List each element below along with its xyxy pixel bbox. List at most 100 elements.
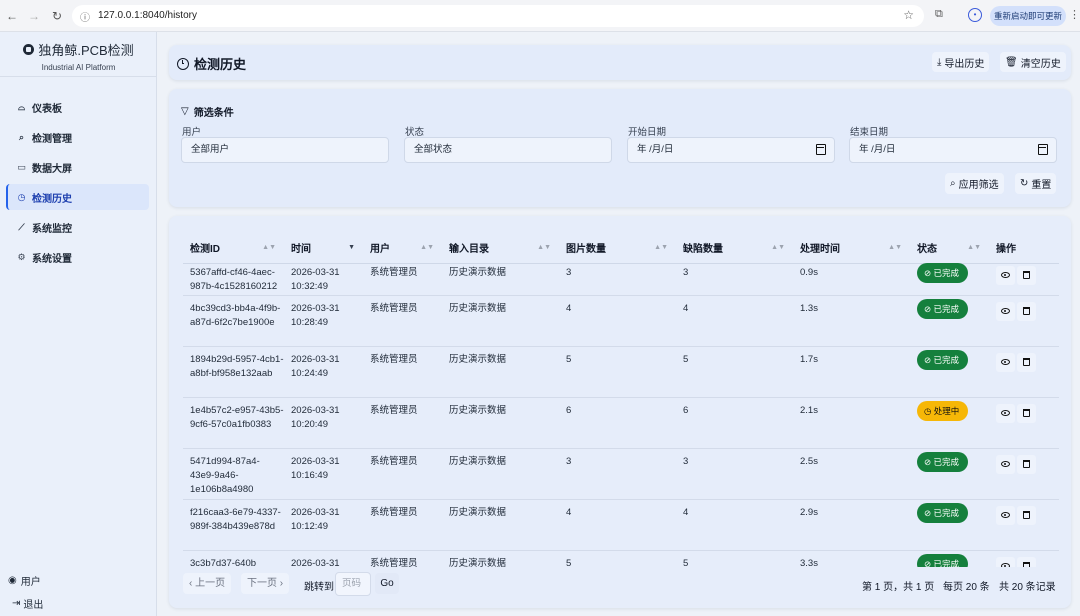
clear-history-button[interactable]: 🗑 清空历史 <box>1000 52 1066 72</box>
delete-button[interactable] <box>1017 352 1036 372</box>
address-bar[interactable]: ⓘ 127.0.0.1:8040/history ☆ <box>72 5 924 27</box>
table-row: 1e4b57c2-e957-43b5-9cf6-57c0a1fb0383 2026… <box>183 397 1059 449</box>
cell-status: ◷ 处理中 <box>910 397 989 449</box>
sort-icon[interactable]: ▲▼ <box>262 244 276 251</box>
cell-user: 系统管理员 <box>363 295 442 347</box>
bookmark-star-icon[interactable]: ☆ <box>903 8 914 22</box>
user-filter-select[interactable]: 全部用户 <box>181 137 389 163</box>
view-button[interactable] <box>996 265 1015 285</box>
menu-dots-icon[interactable]: ⋮ <box>1069 8 1080 21</box>
view-button[interactable] <box>996 505 1015 525</box>
forward-arrow-icon[interactable]: → <box>26 8 42 24</box>
cell-duration: 3.3s <box>793 550 910 567</box>
sidebar-item-dashboard[interactable]: ⌓ 仪表板 <box>6 94 149 120</box>
col-header-defect-count[interactable]: 缺陷数量 ▲▼ <box>676 233 793 264</box>
calendar-icon[interactable] <box>816 144 826 155</box>
col-header-image-count[interactable]: 图片数量 ▲▼ <box>559 233 676 264</box>
view-button[interactable] <box>996 352 1015 372</box>
page-number-input[interactable]: 页码 <box>335 572 371 596</box>
reload-icon[interactable]: ↻ <box>49 8 65 24</box>
logo-icon <box>23 44 35 55</box>
jump-label: 跳转到 <box>304 582 334 593</box>
sort-icon[interactable]: ▲▼ <box>537 244 551 251</box>
sidebar-item-history[interactable]: ◷ 检测历史 <box>6 184 149 210</box>
extensions-icon[interactable]: ⧉ <box>935 8 943 21</box>
trash-icon <box>1023 307 1030 316</box>
prev-page-button[interactable]: ‹ 上一页 <box>183 573 232 594</box>
cell-actions <box>989 346 1059 398</box>
apply-filter-button[interactable]: ⌕ 应用筛选 <box>945 173 1004 194</box>
sort-icon[interactable]: ▲▼ <box>771 244 785 251</box>
trash-icon: 🗑 <box>1005 56 1018 68</box>
status-badge: ⊘ 已完成 <box>917 262 968 283</box>
cell-user: 系统管理员 <box>363 346 442 398</box>
trash-icon <box>1023 511 1030 520</box>
chart-line-icon: ⟋ <box>18 221 25 232</box>
trash-icon <box>1023 271 1030 280</box>
cell-time: 2026-03-31 <box>284 550 363 567</box>
sort-icon[interactable]: ▲▼ <box>888 244 902 251</box>
update-button[interactable]: 重新启动即可更新 <box>990 6 1066 26</box>
cell-actions <box>989 448 1059 500</box>
sort-icon[interactable]: ▲▼ <box>654 244 668 251</box>
logout-button[interactable]: ⇥ 退出 <box>8 594 47 612</box>
sidebar: 独角鲸.PCB检测 Industrial AI Platform ⌓ 仪表板 ⌕ 检… <box>0 32 157 616</box>
col-header-input-dir[interactable]: 输入目录 ▲▼ <box>442 233 559 264</box>
site-info-icon[interactable]: ⓘ <box>80 9 90 24</box>
sidebar-item-settings[interactable]: ⚙ 系统设置 <box>6 244 149 270</box>
end-date-input[interactable]: 年 /月/日 <box>849 137 1057 163</box>
view-button[interactable] <box>996 454 1015 474</box>
delete-button[interactable] <box>1017 505 1036 525</box>
col-header-duration[interactable]: 处理时间 ▲▼ <box>793 233 910 264</box>
cell-input-dir: 历史演示数据 <box>442 550 559 567</box>
next-page-button[interactable]: 下一页 › <box>241 573 290 594</box>
col-header-user[interactable]: 用户 ▲▼ <box>363 233 442 264</box>
cell-input-dir: 历史演示数据 <box>442 499 559 551</box>
reset-filter-button[interactable]: ↻ 重置 <box>1015 173 1057 194</box>
filter-icon: ▽ <box>181 106 189 117</box>
table-body: 5367affd-cf46-4aec-987b-4c1528160212 2026… <box>183 262 1059 567</box>
col-header-time[interactable]: 时间 ▼ <box>284 233 363 264</box>
clock-icon <box>177 57 189 70</box>
status-badge: ⊘ 已完成 <box>917 502 968 523</box>
cell-actions <box>989 397 1059 449</box>
sort-icon[interactable]: ▲▼ <box>420 244 434 251</box>
search-icon: ⌕ <box>18 131 25 142</box>
delete-button[interactable] <box>1017 265 1036 285</box>
col-header-status[interactable]: 状态 ▲▼ <box>910 233 989 264</box>
cell-input-dir: 历史演示数据 <box>442 346 559 398</box>
profile-icon[interactable]: • <box>968 8 982 22</box>
start-date-input[interactable]: 年 /月/日 <box>627 137 835 163</box>
sort-icon[interactable]: ▲▼ <box>967 244 981 251</box>
sort-desc-icon[interactable]: ▼ <box>348 244 355 251</box>
cell-id: 3c3b7d37-640b <box>183 550 284 567</box>
monitor-icon: ▭ <box>17 161 26 172</box>
cell-actions <box>989 550 1059 567</box>
cell-duration: 1.7s <box>793 346 910 398</box>
sidebar-item-detection[interactable]: ⌕ 检测管理 <box>6 124 149 150</box>
export-history-button[interactable]: ⤓ 导出历史 <box>932 52 990 72</box>
table-scroll[interactable]: 检测ID ▲▼ 时间 ▼ 用户 ▲▼ 输入目录 ▲▼ 图片数量 ▲▼ 缺陷数量 ▲▼ 处理时… <box>183 233 1059 567</box>
view-button[interactable] <box>996 556 1015 567</box>
brand-name: 独角鲸.PCB检测 <box>38 43 134 58</box>
status-filter-select[interactable]: 全部状态 <box>404 137 612 163</box>
delete-button[interactable] <box>1017 556 1036 567</box>
back-arrow-icon[interactable]: ← <box>4 8 20 24</box>
col-header-id[interactable]: 检测ID ▲▼ <box>183 233 284 264</box>
delete-button[interactable] <box>1017 301 1036 321</box>
clock-icon: ◷ <box>17 191 26 202</box>
history-table: 检测ID ▲▼ 时间 ▼ 用户 ▲▼ 输入目录 ▲▼ 图片数量 ▲▼ 缺陷数量 ▲▼ 处理时… <box>183 233 1059 567</box>
cell-id: 5367affd-cf46-4aec-987b-4c1528160212 <box>183 263 284 296</box>
delete-button[interactable] <box>1017 403 1036 423</box>
calendar-icon[interactable] <box>1038 144 1048 155</box>
pagination: ‹ 上一页 下一页 › 跳转到 页码 Go 第 1 页，共 1 页 每页 20 … <box>183 571 1059 596</box>
delete-button[interactable] <box>1017 454 1036 474</box>
cell-image-count: 5 <box>559 346 676 398</box>
view-button[interactable] <box>996 301 1015 321</box>
sidebar-item-data-screen[interactable]: ▭ 数据大屏 <box>6 154 149 180</box>
sidebar-item-monitor[interactable]: ⟋ 系统监控 <box>6 214 149 240</box>
view-button[interactable] <box>996 403 1015 423</box>
history-table-card: 检测ID ▲▼ 时间 ▼ 用户 ▲▼ 输入目录 ▲▼ 图片数量 ▲▼ 缺陷数量 ▲▼ 处理时… <box>169 216 1071 608</box>
go-button[interactable]: Go <box>375 573 399 594</box>
search-icon: ⌕ <box>950 178 956 189</box>
